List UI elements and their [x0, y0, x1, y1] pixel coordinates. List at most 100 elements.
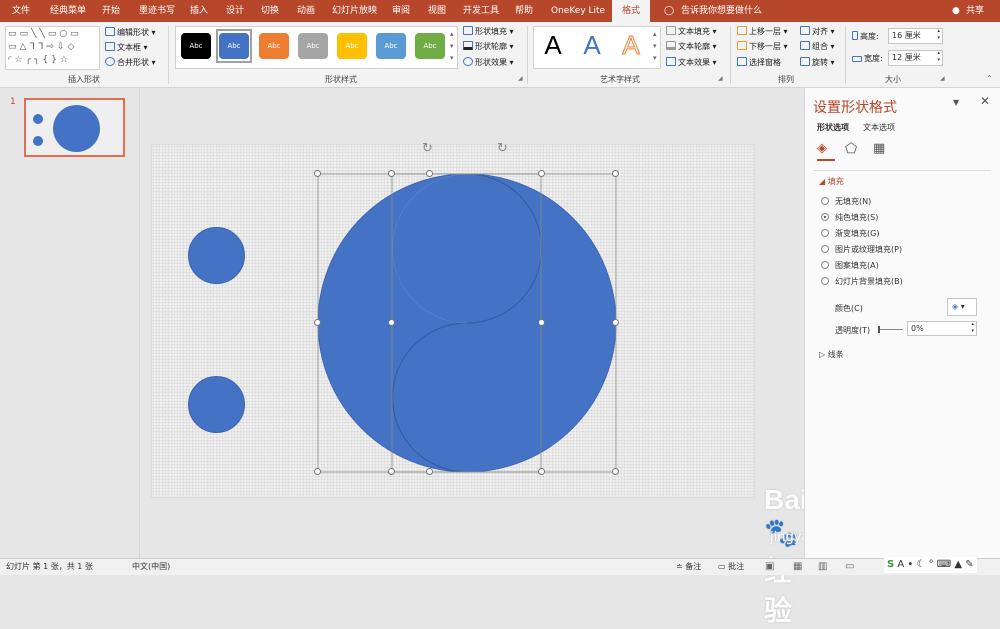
tab-slideshow[interactable]: 幻灯片放映: [332, 0, 377, 22]
resize-handle[interactable]: [538, 319, 545, 326]
language-indicator[interactable]: 中文(中国): [132, 559, 170, 575]
style-swatch-green[interactable]: Abc: [415, 33, 445, 59]
spinner-icon[interactable]: ▴ ▾: [971, 321, 974, 335]
wordart-blue[interactable]: A: [574, 27, 610, 63]
rotate-button[interactable]: 旋转 ▾: [800, 56, 835, 70]
slide-sorter-icon[interactable]: ▦: [793, 559, 802, 575]
slideshow-icon[interactable]: ▭: [845, 559, 854, 575]
style-swatch-gold[interactable]: Abc: [337, 33, 367, 59]
resize-handle[interactable]: [314, 468, 321, 475]
color-picker-button[interactable]: ◈ ▾: [947, 298, 977, 316]
resize-handle[interactable]: [612, 468, 619, 475]
tab-design[interactable]: 设计: [226, 0, 244, 22]
group-button[interactable]: 组合 ▾: [800, 40, 835, 54]
resize-handle[interactable]: [388, 319, 395, 326]
bring-forward-button[interactable]: 上移一层 ▾: [737, 25, 788, 39]
resize-handle[interactable]: [612, 319, 619, 326]
edit-shape-button[interactable]: 编辑形状 ▾: [105, 26, 156, 40]
tab-shape-options[interactable]: 形状选项: [817, 122, 849, 133]
width-input[interactable]: 12 厘米 ▴ ▾: [888, 50, 943, 66]
tab-insert[interactable]: 插入: [190, 0, 208, 22]
send-backward-button[interactable]: 下移一层 ▾: [737, 40, 788, 54]
radio-solid-fill[interactable]: 纯色填充(S): [821, 211, 878, 225]
comments-button[interactable]: ▭ 批注: [718, 559, 744, 575]
ime-toolbar[interactable]: S A • ☾ ° ⌨ ▲ ✎: [884, 557, 977, 573]
merge-shapes-button[interactable]: 合并形状 ▾: [105, 56, 156, 70]
selected-shapes[interactable]: [302, 145, 622, 499]
wordart-black[interactable]: A: [535, 27, 571, 63]
fill-line-tab[interactable]: ◈: [817, 141, 835, 161]
spinner-icon[interactable]: ▴ ▾: [937, 28, 940, 42]
height-input[interactable]: 16 厘米 ▴ ▾: [888, 28, 943, 44]
line-section-header[interactable]: ▷ 线条: [819, 349, 844, 360]
fill-section-header[interactable]: ◢ 填充: [819, 176, 844, 187]
transparency-slider[interactable]: [878, 326, 903, 333]
wordart-orange-outline[interactable]: A: [613, 27, 649, 63]
tab-view[interactable]: 视图: [428, 0, 446, 22]
style-swatch-light-blue[interactable]: Abc: [376, 33, 406, 59]
collapse-ribbon-icon[interactable]: ⌃: [986, 74, 993, 83]
tab-text-options[interactable]: 文本选项: [863, 122, 895, 133]
notes-button[interactable]: ≐ 备注: [676, 559, 701, 575]
reading-view-icon[interactable]: ▥: [818, 559, 827, 575]
style-swatch-orange[interactable]: Abc: [259, 33, 289, 59]
tab-home[interactable]: 开始: [102, 0, 120, 22]
text-effects-button[interactable]: 文本效果 ▾: [666, 56, 717, 70]
selection-pane-button[interactable]: 选择窗格: [737, 56, 781, 70]
resize-handle[interactable]: [426, 468, 433, 475]
tab-ink[interactable]: 墨迹书写: [139, 0, 175, 22]
radio-gradient-fill[interactable]: 渐变填充(G): [821, 227, 879, 241]
rotate-handle-icon[interactable]: ↻: [497, 141, 508, 156]
style-swatch-black[interactable]: Abc: [181, 33, 211, 59]
pentagon-icon[interactable]: ⬠: [845, 141, 857, 157]
resize-handle[interactable]: [538, 468, 545, 475]
share-button[interactable]: 共享: [966, 0, 984, 22]
rotate-handle-icon[interactable]: ↻: [422, 141, 433, 156]
tab-file[interactable]: 文件: [12, 0, 30, 22]
resize-handle[interactable]: [612, 170, 619, 177]
shape-gallery[interactable]: ▭▭╲╲▭○▭ ▭△ᒣᒣ⇨⇩◇ ◜☆╭╮{}☆: [5, 26, 100, 70]
style-swatch-gray[interactable]: Abc: [298, 33, 328, 59]
slide-thumbnail[interactable]: [24, 98, 125, 157]
slider-thumb[interactable]: [878, 326, 880, 333]
gallery-scroll-icon[interactable]: ▴ ▾ ▾: [450, 28, 454, 64]
shape-effects-button[interactable]: 形状效果 ▾: [463, 56, 514, 70]
tab-developer[interactable]: 开发工具: [463, 0, 499, 22]
radio-slide-background-fill[interactable]: 幻灯片背景填充(B): [821, 275, 903, 289]
wordart-scroll-icon[interactable]: ▴ ▾ ▾: [653, 28, 657, 64]
text-box-button[interactable]: 文本框 ▾: [105, 41, 148, 55]
resize-handle[interactable]: [388, 468, 395, 475]
tab-review[interactable]: 审阅: [392, 0, 410, 22]
tab-onekey[interactable]: OneKey Lite: [551, 0, 605, 22]
dialog-launcher-icon[interactable]: ◢: [518, 75, 523, 82]
tab-format[interactable]: 格式: [612, 0, 651, 22]
tab-classic-menu[interactable]: 经典菜单: [50, 0, 86, 22]
normal-view-icon[interactable]: ▣: [765, 559, 774, 575]
text-outline-button[interactable]: 文本轮廓 ▾: [666, 40, 717, 54]
radio-no-fill[interactable]: 无填充(N): [821, 195, 871, 209]
spinner-icon[interactable]: ▴ ▾: [937, 50, 940, 64]
pane-options-icon[interactable]: ▼: [953, 98, 959, 107]
tab-transitions[interactable]: 切换: [261, 0, 279, 22]
resize-handle[interactable]: [426, 170, 433, 177]
align-button[interactable]: 对齐 ▾: [800, 25, 835, 39]
radio-pattern-fill[interactable]: 图案填充(A): [821, 259, 879, 273]
resize-handle[interactable]: [388, 170, 395, 177]
style-swatch-blue[interactable]: Abc: [219, 33, 249, 59]
slide-canvas[interactable]: ↻ ↻: [151, 141, 755, 499]
tab-animations[interactable]: 动画: [297, 0, 315, 22]
shape-fill-button[interactable]: 形状填充 ▾: [463, 25, 514, 39]
radio-picture-fill[interactable]: 图片或纹理填充(P): [821, 243, 902, 257]
resize-handle[interactable]: [314, 170, 321, 177]
transparency-input[interactable]: 0% ▴ ▾: [907, 321, 977, 336]
tab-help[interactable]: 帮助: [515, 0, 533, 22]
resize-handle[interactable]: [314, 319, 321, 326]
small-circle-top[interactable]: [188, 227, 245, 284]
resize-handle[interactable]: [538, 170, 545, 177]
close-icon[interactable]: ✕: [980, 94, 990, 108]
size-properties-icon[interactable]: ▦: [873, 141, 885, 156]
tell-me-box[interactable]: 告诉我你想要做什么: [681, 0, 762, 22]
text-fill-button[interactable]: 文本填充 ▾: [666, 25, 717, 39]
shape-outline-button[interactable]: 形状轮廓 ▾: [463, 40, 514, 54]
dialog-launcher-icon[interactable]: ◢: [940, 75, 945, 82]
